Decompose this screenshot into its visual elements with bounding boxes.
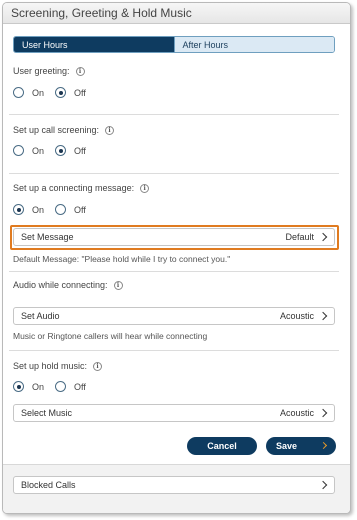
save-label: Save xyxy=(276,441,298,451)
settings-panel: Screening, Greeting & Hold Music User Ho… xyxy=(2,2,351,514)
connecting-message-text: Set up a connecting message: xyxy=(13,183,135,193)
connecting-message-radios: On Off xyxy=(13,204,97,215)
select-music-value: Acoustic xyxy=(279,408,314,418)
set-audio-value: Acoustic xyxy=(279,311,314,321)
highlight-box xyxy=(10,225,339,250)
radio-label-on: On xyxy=(32,381,45,392)
user-greeting-radios: On Off xyxy=(13,87,97,98)
info-icon[interactable]: i xyxy=(93,361,103,371)
hold-music-radios: On Off xyxy=(13,381,97,392)
audio-connecting-text: Audio while connecting: xyxy=(13,280,108,290)
user-greeting-label: User greeting: i xyxy=(13,66,85,76)
set-audio-button[interactable]: Set Audio Acoustic xyxy=(13,307,335,325)
select-music-button[interactable]: Select Music Acoustic xyxy=(13,404,335,422)
info-icon[interactable]: i xyxy=(75,66,85,76)
radio-label-off: Off xyxy=(74,87,86,98)
chevron-right-icon xyxy=(318,480,328,490)
blocked-calls-button[interactable]: Blocked Calls xyxy=(13,476,335,494)
audio-connecting-help: Music or Ringtone callers will hear whil… xyxy=(13,331,208,341)
info-icon[interactable]: i xyxy=(140,183,150,193)
user-greeting-on-radio[interactable] xyxy=(13,87,24,98)
hours-tabs: User Hours After Hours xyxy=(13,36,335,53)
divider xyxy=(9,350,339,351)
connecting-message-on-radio[interactable] xyxy=(13,204,24,215)
user-greeting-off-radio[interactable] xyxy=(55,87,67,98)
hold-music-on-radio[interactable] xyxy=(13,381,24,392)
audio-connecting-label: Audio while connecting: i xyxy=(13,280,123,290)
radio-label-off: Off xyxy=(74,204,86,215)
divider xyxy=(9,173,339,174)
hold-music-label: Set up hold music: i xyxy=(13,361,103,371)
info-icon[interactable]: i xyxy=(105,125,115,135)
radio-label-on: On xyxy=(32,145,45,156)
radio-label-off: Off xyxy=(74,381,86,392)
call-screening-text: Set up call screening: xyxy=(13,125,100,135)
save-button[interactable]: Save xyxy=(266,437,336,455)
connecting-message-label: Set up a connecting message: i xyxy=(13,183,150,193)
select-music-label: Select Music xyxy=(21,408,73,418)
chevron-right-icon xyxy=(318,311,328,321)
radio-label-on: On xyxy=(32,204,45,215)
divider xyxy=(9,114,339,115)
call-screening-radios: On Off xyxy=(13,145,97,156)
call-screening-on-radio[interactable] xyxy=(13,145,24,156)
tab-user-hours[interactable]: User Hours xyxy=(14,37,174,52)
blocked-calls-label: Blocked Calls xyxy=(21,480,76,490)
chevron-right-icon xyxy=(318,408,328,418)
connecting-message-help: Default Message: "Please hold while I tr… xyxy=(13,254,231,264)
tab-after-hours[interactable]: After Hours xyxy=(173,37,334,52)
divider xyxy=(9,271,339,272)
connecting-message-off-radio[interactable] xyxy=(55,204,67,215)
call-screening-label: Set up call screening: i xyxy=(13,125,115,135)
panel-title: Screening, Greeting & Hold Music xyxy=(11,6,192,20)
set-audio-label: Set Audio xyxy=(21,311,60,321)
radio-label-off: Off xyxy=(74,145,86,156)
info-icon[interactable]: i xyxy=(113,280,123,290)
panel-header: Screening, Greeting & Hold Music xyxy=(3,3,350,24)
call-screening-off-radio[interactable] xyxy=(55,145,67,156)
user-greeting-text: User greeting: xyxy=(13,66,70,76)
hold-music-text: Set up hold music: xyxy=(13,361,88,371)
arrow-right-icon xyxy=(319,441,328,450)
cancel-button[interactable]: Cancel xyxy=(187,437,257,455)
radio-label-on: On xyxy=(32,87,45,98)
hold-music-off-radio[interactable] xyxy=(55,381,67,392)
